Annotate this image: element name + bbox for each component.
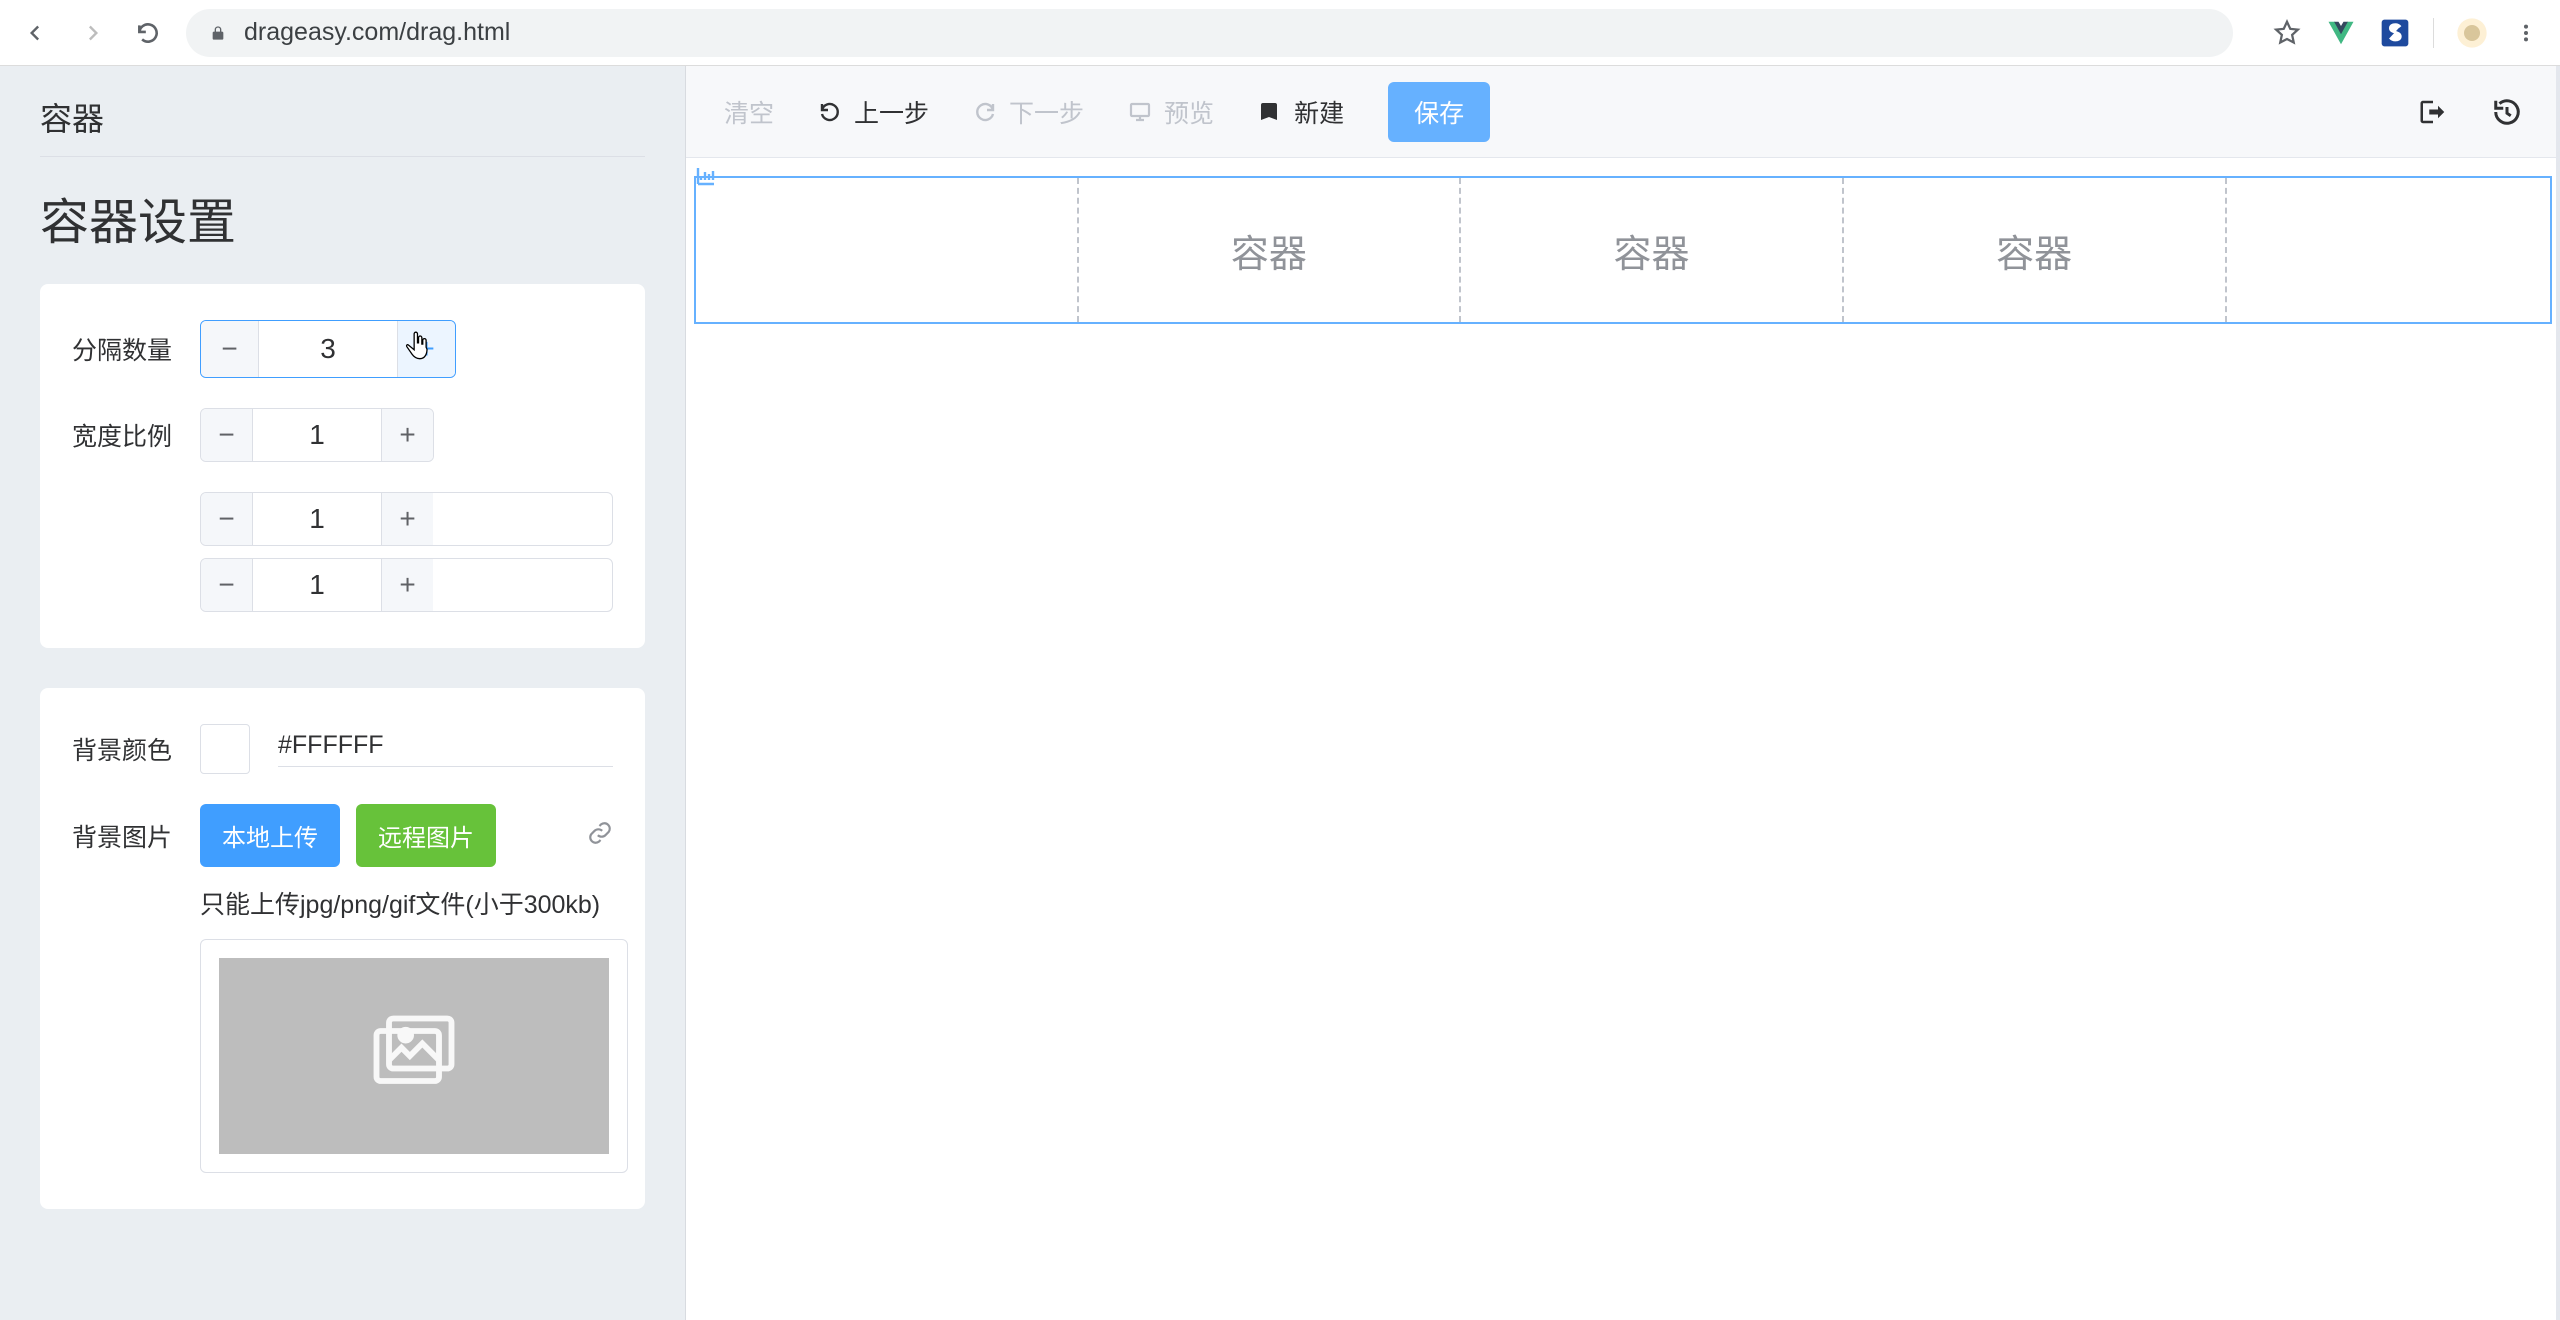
url-text: drageasy.com/drag.html: [244, 18, 510, 47]
bg-color-label: 背景颜色: [72, 731, 200, 767]
right-gutter: [2556, 66, 2560, 1320]
chart-icon[interactable]: [694, 164, 718, 193]
canvas[interactable]: 容器 容器 容器: [686, 158, 2560, 1320]
reload-button[interactable]: [130, 15, 166, 51]
reload-icon: [135, 20, 161, 46]
history-button[interactable]: [2492, 97, 2522, 127]
split-count-value[interactable]: 3: [259, 321, 397, 377]
monitor-icon: [1128, 100, 1152, 124]
image-preview-box[interactable]: [200, 939, 628, 1173]
ratio-2-value[interactable]: 1: [253, 493, 381, 545]
book-icon: [1258, 100, 1282, 124]
split-count-label: 分隔数量: [72, 331, 200, 367]
preview-button[interactable]: 预览: [1128, 94, 1214, 130]
ratio-1-value[interactable]: 1: [253, 409, 381, 461]
layout-panel: 分隔数量 − 3 + 宽度比例 − 1 + − 1 +: [40, 284, 645, 648]
image-placeholder-icon: [219, 958, 609, 1154]
history-icon: [2492, 97, 2522, 127]
browser-chrome: drageasy.com/drag.html: [0, 0, 2560, 66]
upload-local-button[interactable]: 本地上传: [200, 804, 340, 867]
ratio-1-increase[interactable]: +: [381, 409, 433, 461]
bg-color-hex[interactable]: #FFFFFF: [278, 731, 613, 767]
main-area: 清空 上一步 下一步 预览 新建 保存: [685, 66, 2560, 1320]
canvas-column-3[interactable]: 容器: [1461, 178, 1844, 322]
redo-button[interactable]: 下一步: [973, 94, 1084, 130]
canvas-column-2[interactable]: 容器: [1079, 178, 1462, 322]
vue-extension-icon[interactable]: [2325, 17, 2357, 49]
bg-color-swatch[interactable]: [200, 724, 250, 774]
address-bar[interactable]: drageasy.com/drag.html: [186, 9, 2233, 57]
link-icon[interactable]: [587, 820, 613, 851]
ratio-3-value[interactable]: 1: [253, 559, 381, 611]
undo-icon: [818, 100, 842, 124]
s-extension-icon[interactable]: [2379, 17, 2411, 49]
arrow-right-icon: [79, 20, 105, 46]
width-ratio-2-stepper: − 1 +: [200, 492, 613, 546]
ratio-1-decrease[interactable]: −: [201, 409, 253, 461]
lock-icon: [210, 24, 226, 42]
export-icon: [2418, 97, 2448, 127]
app-root: 容器 容器设置 分隔数量 − 3 + 宽度比例 − 1 +: [0, 66, 2560, 1320]
sidebar: 容器 容器设置 分隔数量 − 3 + 宽度比例 − 1 +: [0, 66, 685, 1320]
split-count-decrease[interactable]: −: [201, 321, 259, 377]
clear-button[interactable]: 清空: [724, 94, 774, 130]
toolbar: 清空 上一步 下一步 预览 新建 保存: [686, 66, 2560, 158]
star-icon[interactable]: [2271, 17, 2303, 49]
back-button[interactable]: [18, 15, 54, 51]
appearance-panel: 背景颜色 #FFFFFF 背景图片 本地上传 远程图片 只能上传jpg/png/…: [40, 688, 645, 1209]
split-count-stepper: − 3 +: [200, 320, 456, 378]
canvas-column-4[interactable]: 容器: [1844, 178, 2227, 322]
split-count-increase[interactable]: +: [397, 321, 455, 377]
ratio-2-increase[interactable]: +: [381, 493, 433, 545]
width-ratio-3-stepper: − 1 +: [200, 558, 613, 612]
ratio-3-decrease[interactable]: −: [201, 559, 253, 611]
ratio-3-increase[interactable]: +: [381, 559, 433, 611]
page-title-big: 容器设置: [40, 183, 645, 254]
canvas-column-1[interactable]: [696, 178, 1079, 322]
profile-avatar[interactable]: [2456, 17, 2488, 49]
remote-image-button[interactable]: 远程图片: [356, 804, 496, 867]
forward-button[interactable]: [74, 15, 110, 51]
ratio-2-decrease[interactable]: −: [201, 493, 253, 545]
chrome-menu-icon[interactable]: [2510, 17, 2542, 49]
browser-actions: [2253, 17, 2542, 49]
bg-image-label: 背景图片: [72, 818, 200, 854]
arrow-left-icon: [23, 20, 49, 46]
width-ratio-label: 宽度比例: [72, 417, 200, 453]
canvas-column-5[interactable]: [2227, 178, 2551, 322]
redo-icon: [973, 100, 997, 124]
container-outline[interactable]: 容器 容器 容器: [694, 176, 2552, 324]
export-button[interactable]: [2418, 97, 2448, 127]
save-button[interactable]: 保存: [1388, 82, 1490, 142]
new-button[interactable]: 新建: [1258, 94, 1344, 130]
undo-button[interactable]: 上一步: [818, 94, 929, 130]
page-title-small: 容器: [40, 94, 645, 157]
width-ratio-1-stepper: − 1 +: [200, 408, 434, 462]
upload-hint: 只能上传jpg/png/gif文件(小于300kb): [200, 885, 613, 921]
